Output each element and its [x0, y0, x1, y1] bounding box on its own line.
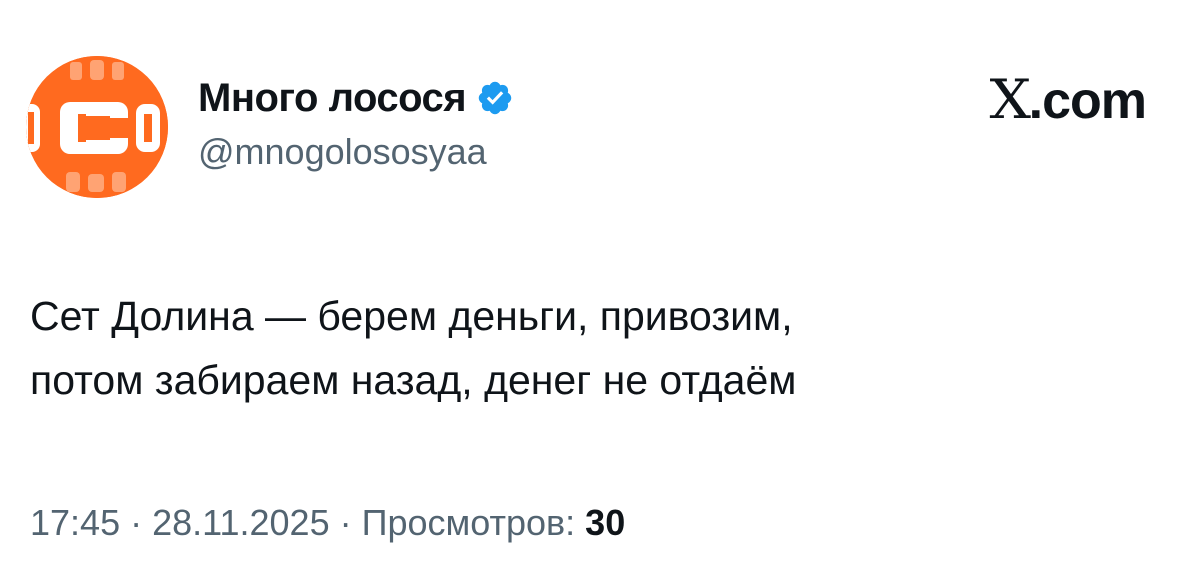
- tweet-text: Сет Долина — берем деньги, привозим, пот…: [30, 284, 1170, 412]
- display-name[interactable]: Много лосося: [198, 73, 467, 123]
- tweet-text-line: потом забираем назад, денег не отдаём: [30, 357, 797, 403]
- source-domain-suffix: .com: [1028, 72, 1147, 130]
- user-handle[interactable]: @mnogolososyaa: [198, 129, 514, 175]
- source-logo[interactable]: X.com: [989, 68, 1147, 131]
- meta-separator: ·: [329, 502, 362, 543]
- views-label: Просмотров:: [361, 502, 586, 543]
- views-count: 30: [585, 502, 626, 543]
- author-block: Много лосося @mnogolososyaa: [198, 73, 514, 175]
- avatar[interactable]: [26, 56, 168, 198]
- tweet-date[interactable]: 28.11.2025: [152, 502, 330, 543]
- meta-separator: ·: [120, 502, 153, 543]
- x-logo-icon: X: [989, 68, 1032, 131]
- verified-badge-icon: [476, 79, 514, 117]
- tweet-text-line: Сет Долина — берем деньги, привозим,: [30, 293, 793, 339]
- avatar-logo-icon: [26, 56, 168, 198]
- name-row: Много лосося: [198, 73, 514, 123]
- tweet-meta: 17:45 · 28.11.2025 · Просмотров: 30: [30, 498, 625, 548]
- tweet-card: Много лосося @mnogolososyaa X.com Сет До…: [0, 0, 1204, 562]
- tweet-time[interactable]: 17:45: [30, 502, 120, 543]
